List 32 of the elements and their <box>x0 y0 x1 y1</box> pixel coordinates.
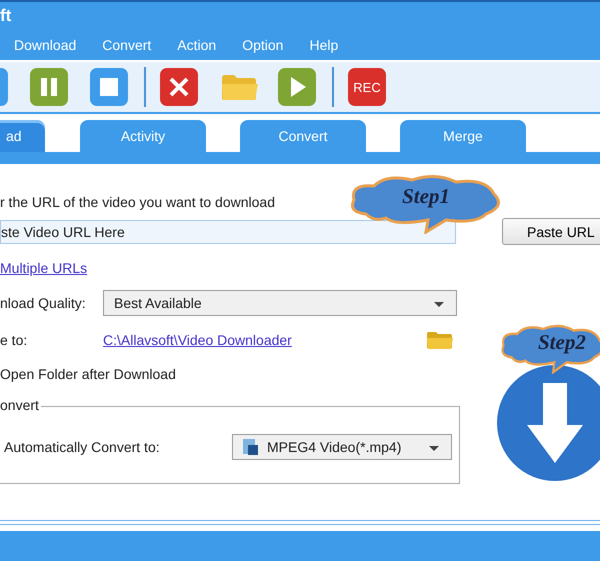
format-dropdown[interactable]: MPEG4 Video(*.mp4) <box>232 434 452 460</box>
menu-item[interactable]: Help <box>309 37 338 53</box>
folder-icon[interactable] <box>220 72 260 102</box>
paste-url-button[interactable]: Paste URL <box>502 218 600 245</box>
multiple-urls-link[interactable]: Multiple URLs <box>0 260 88 276</box>
stop-button[interactable] <box>90 68 128 106</box>
pause-button[interactable] <box>30 68 68 106</box>
delete-button[interactable] <box>160 68 198 106</box>
folder-icon[interactable] <box>426 330 454 350</box>
window-title: ft <box>0 6 12 26</box>
download-button[interactable] <box>495 363 600 483</box>
save-path-link[interactable]: C:\Allavsoft\Video Downloader <box>103 332 292 348</box>
menu-item[interactable]: Download <box>14 37 76 53</box>
auto-convert-label: Automatically Convert to: <box>4 439 161 455</box>
menu-item[interactable]: Action <box>177 37 216 53</box>
quality-dropdown[interactable]: Best Available <box>103 290 457 316</box>
quality-label: nload Quality: <box>0 295 87 311</box>
tab[interactable]: ad <box>0 120 45 152</box>
save-to-label: e to: <box>0 332 28 348</box>
tab[interactable]: Convert <box>240 120 366 152</box>
tab[interactable]: Merge <box>400 120 526 152</box>
caret-icon <box>434 302 444 307</box>
open-folder-label: Open Folder after Download <box>0 366 177 382</box>
url-input-field[interactable]: ste Video URL Here <box>0 220 456 244</box>
video-file-icon <box>241 438 259 456</box>
record-button[interactable]: REC <box>348 68 386 106</box>
menu-item[interactable]: Convert <box>102 37 152 53</box>
tab[interactable]: Activity <box>80 120 206 152</box>
play-button[interactable] <box>278 68 316 106</box>
url-prompt: r the URL of the video you want to download <box>0 194 275 212</box>
menu-item[interactable]: Option <box>242 37 284 53</box>
caret-icon <box>429 446 439 451</box>
